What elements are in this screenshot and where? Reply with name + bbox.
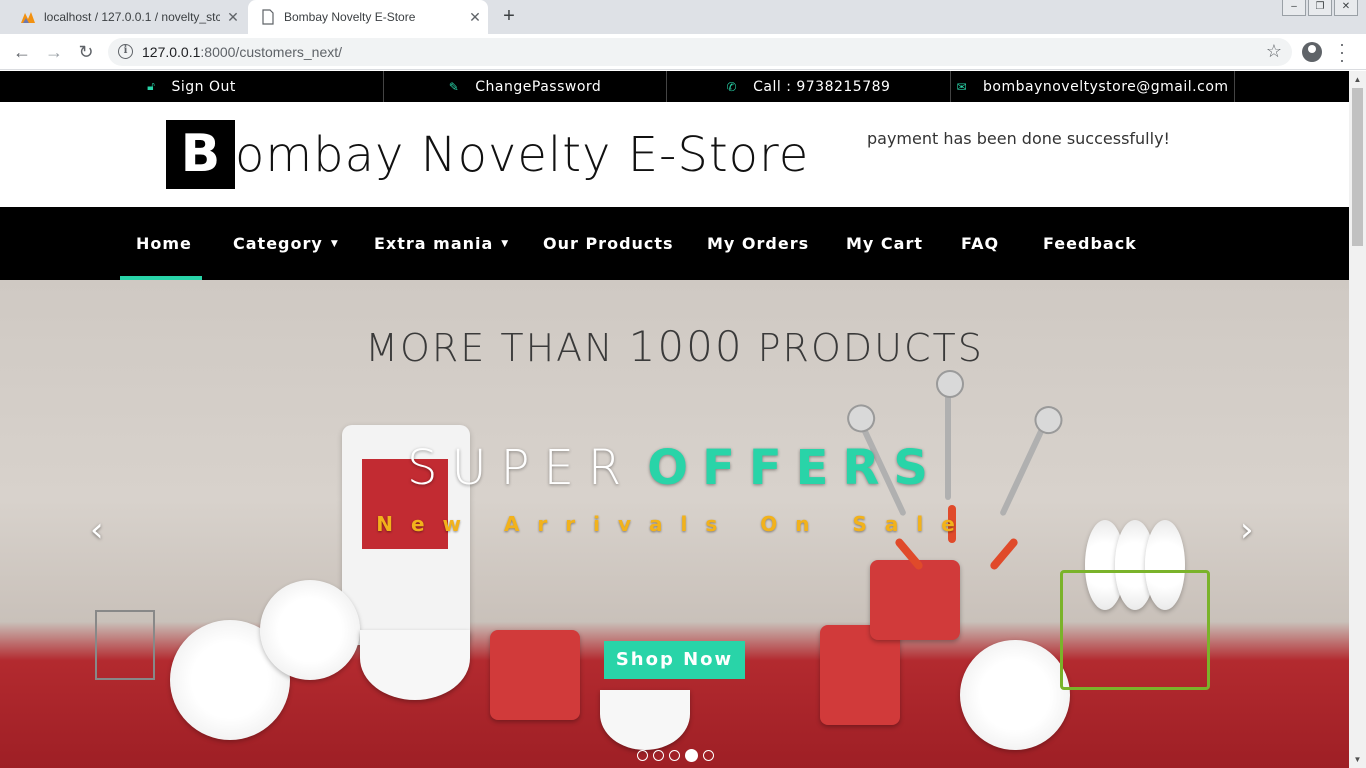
bookmark-star-icon[interactable]: ☆ [1266,41,1282,62]
hero-title: SUPER OFFERS [0,440,1349,496]
url-text[interactable]: 127.0.0.1:8000/customers_next/ [142,44,342,60]
address-bar[interactable]: i 127.0.0.1:8000/customers_next/ ☆ [108,38,1292,66]
carousel-dot[interactable] [669,750,680,761]
browser-tab-store[interactable]: Bombay Novelty E-Store ✕ [248,0,488,34]
banner-part2: PRODUCTS [743,326,984,370]
product-image-bowl [600,690,690,750]
nav-label: FAQ [961,234,1000,253]
account-icon[interactable] [1302,42,1322,62]
carousel-dot[interactable] [637,750,648,761]
hero-carousel: MORE THAN 1000 PRODUCTS SUPER OFFERS New … [0,280,1349,768]
carousel-indicators [637,749,714,762]
browser-toolbar: ← → ↻ i 127.0.0.1:8000/customers_next/ ☆ [0,34,1366,70]
banner-number: 1000 [628,322,744,371]
nav-item-feedback[interactable]: Feedback [1043,207,1137,280]
carousel-dot[interactable] [653,750,664,761]
unlock-icon: 🔓︎ [147,79,156,93]
sign-out-label: Sign Out [171,78,236,95]
nav-item-my-orders[interactable]: My Orders [707,207,809,280]
nav-label: My Cart [846,234,923,253]
tab-title: localhost / 127.0.0.1 / novelty_stc [44,10,220,24]
new-tab-button[interactable]: + [498,5,520,27]
browser-tab-phpmyadmin[interactable]: localhost / 127.0.0.1 / novelty_stc ✕ [8,0,246,34]
call-label: Call : 9738215789 [753,78,891,95]
site-header: B ombay Novelty E-Store payment has been… [0,102,1349,207]
nav-item-extra-mania[interactable]: Extra mania ▼ [374,207,509,280]
nav-label: My Orders [707,234,810,253]
restore-icon[interactable]: ❐ [1308,0,1332,16]
hero-title-word1: SUPER [407,440,636,496]
scrollbar-thumb[interactable] [1352,88,1363,246]
envelope-icon: ✉ [956,79,968,94]
scroll-down-icon[interactable]: ▼ [1349,751,1366,768]
browser-tab-bar: localhost / 127.0.0.1 / novelty_stc ✕ Bo… [0,0,1366,34]
product-image-handle [988,536,1020,572]
product-image-bowl [360,630,470,700]
nav-label: Extra mania [374,234,494,253]
phone-icon: ✆ [726,79,738,94]
payment-status-message: payment has been done successfully! [867,129,1170,148]
banner-part1: MORE THAN [365,326,629,370]
product-image-red-container [870,560,960,640]
close-window-icon[interactable]: ✕ [1334,0,1358,16]
caret-down-icon: ▼ [501,238,510,249]
close-tab-icon[interactable]: ✕ [462,9,488,26]
email-label: bombaynoveltystore@gmail.com [983,78,1229,95]
hero-subtitle: New Arrivals On Sale [376,512,973,536]
carousel-dot-active[interactable] [685,749,698,762]
nav-label: Our Products [543,234,674,253]
carousel-dot[interactable] [703,750,714,761]
url-path: :8000/customers_next/ [200,44,343,60]
logo-initial: B [166,120,235,189]
product-image-dish-rack [1060,570,1210,690]
top-contact-bar: 🔓︎ Sign Out ✎ ChangePassword ✆ Call : 97… [0,71,1349,102]
carousel-next-arrow-icon[interactable]: › [1240,510,1254,550]
email-link[interactable]: ✉ bombaynoveltystore@gmail.com [951,71,1235,102]
product-image-plate [960,640,1070,750]
product-image-plate [260,580,360,680]
back-arrow-icon[interactable]: ← [12,42,32,62]
nav-item-my-cart[interactable]: My Cart [846,207,923,280]
nav-item-faq[interactable]: FAQ [961,207,999,280]
hero-banner-text: MORE THAN 1000 PRODUCTS [0,322,1349,371]
nav-item-home[interactable]: Home [136,207,192,280]
window-controls: – ❐ ✕ [1282,0,1358,16]
site-logo[interactable]: B ombay Novelty E-Store [166,120,809,189]
product-image-red-container [820,625,900,725]
forward-arrow-icon[interactable]: → [44,42,64,62]
shop-now-button[interactable]: Shop Now [604,641,745,679]
call-info: ✆ Call : 9738215789 [667,71,951,102]
main-navigation: Home Category ▼ Extra mania ▼ Our Products… [0,207,1349,280]
edit-icon: ✎ [448,79,460,94]
url-host: 127.0.0.1 [142,44,201,60]
reload-icon[interactable]: ↻ [76,42,96,62]
carousel-prev-arrow-icon[interactable]: ‹ [90,510,104,550]
change-password-link[interactable]: ✎ ChangePassword [384,71,667,102]
info-icon[interactable]: i [118,44,133,59]
nav-label: Feedback [1043,234,1137,253]
nav-label: Category [233,234,323,253]
nav-label: Home [136,234,192,253]
scroll-up-icon[interactable]: ▲ [1349,71,1366,88]
sign-out-link[interactable]: 🔓︎ Sign Out [0,71,384,102]
tab-title: Bombay Novelty E-Store [284,10,416,24]
nav-item-our-products[interactable]: Our Products [543,207,674,280]
page-viewport: 🔓︎ Sign Out ✎ ChangePassword ✆ Call : 97… [0,71,1349,768]
product-image-spoon-stand [95,610,155,680]
logo-text: ombay Novelty E-Store [235,126,810,183]
page-icon [262,9,274,25]
page-scrollbar[interactable]: ▲ ▼ [1349,71,1366,768]
caret-down-icon: ▼ [330,238,339,249]
minimize-icon[interactable]: – [1282,0,1306,16]
close-tab-icon[interactable]: ✕ [220,9,246,26]
change-password-label: ChangePassword [475,78,602,95]
phpmyadmin-icon [21,12,35,23]
product-image-red-container [490,630,580,720]
nav-item-category[interactable]: Category ▼ [233,207,339,280]
browser-menu-icon[interactable]: · · · [1338,35,1346,69]
hero-title-word2: OFFERS [647,440,942,496]
